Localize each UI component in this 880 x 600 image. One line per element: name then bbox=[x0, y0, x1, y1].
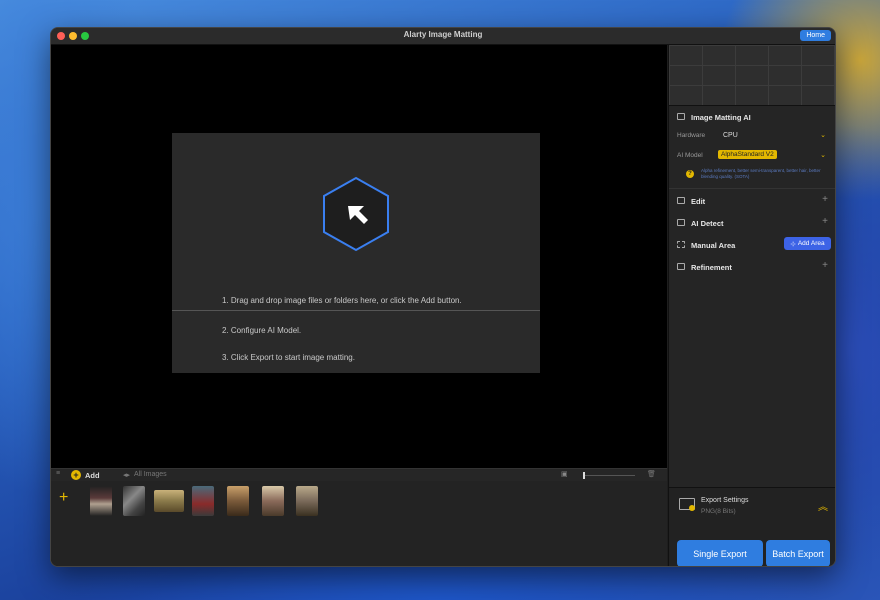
manual-area-section-title: Manual Area bbox=[691, 241, 736, 250]
export-settings-title[interactable]: Export Settings bbox=[701, 497, 748, 504]
refinement-icon bbox=[677, 263, 685, 270]
ai-detect-icon bbox=[677, 219, 685, 226]
expand-plus-icon[interactable]: + bbox=[822, 260, 828, 271]
zoom-slider-thumb[interactable] bbox=[583, 472, 585, 479]
all-images-filter[interactable]: All Images bbox=[134, 471, 167, 478]
single-export-button[interactable]: Single Export bbox=[677, 540, 763, 566]
thumbnail-image[interactable] bbox=[123, 486, 145, 516]
hardware-select[interactable]: CPU bbox=[723, 132, 738, 139]
ai-model-description: Alpha refinement, better semi-transparen… bbox=[701, 168, 821, 179]
batch-export-button[interactable]: Batch Export bbox=[766, 540, 830, 566]
export-area: Export Settings PNG(8 Bits) ︽ Single Exp… bbox=[669, 487, 835, 566]
help-icon[interactable]: ? bbox=[686, 170, 694, 178]
collapse-icon[interactable]: ≡ bbox=[56, 470, 60, 477]
image-matting-title: Image Matting AI bbox=[691, 113, 751, 122]
drop-zone-divider bbox=[172, 310, 540, 311]
collapse-up-icon[interactable]: ︽ bbox=[818, 498, 828, 513]
edit-section-title: Edit bbox=[691, 197, 706, 206]
thumbnail-image[interactable] bbox=[296, 486, 318, 516]
export-format-value: PNG(8 Bits) bbox=[701, 508, 736, 515]
upload-hexagon-icon bbox=[323, 176, 389, 252]
thumbnail-image[interactable] bbox=[227, 486, 249, 516]
add-area-label: Add Area bbox=[797, 240, 825, 247]
thumbnail-size-icon: ▣ bbox=[561, 471, 568, 478]
ai-detect-section-title: AI Detect bbox=[691, 219, 724, 228]
title-bar: Alarty Image Matting Home bbox=[51, 28, 835, 45]
edit-icon bbox=[677, 197, 685, 204]
manual-area-icon bbox=[677, 241, 685, 248]
image-toolbar: ≡ + Add ◂▸ All Images ▣ 🗑 bbox=[51, 468, 667, 482]
thumbnail-image[interactable] bbox=[192, 486, 214, 516]
add-area-icon: ⊹ bbox=[790, 240, 796, 248]
window-title: Alarty Image Matting bbox=[403, 30, 483, 39]
add-icon[interactable]: + bbox=[71, 470, 81, 480]
transparency-preview bbox=[669, 45, 835, 106]
divider bbox=[669, 188, 835, 189]
step-one-text: 1. Drag and drop image files or folders … bbox=[222, 296, 462, 305]
expand-plus-icon[interactable]: + bbox=[822, 194, 828, 205]
thumbnail-image[interactable] bbox=[90, 486, 112, 516]
refinement-section-title: Refinement bbox=[691, 263, 732, 272]
thumbnail-strip: + bbox=[51, 481, 667, 566]
thumbnail-image[interactable] bbox=[262, 486, 284, 516]
images-icon: ◂▸ bbox=[123, 472, 131, 479]
zoom-slider[interactable] bbox=[583, 472, 635, 479]
chevron-down-icon[interactable]: ⌄ bbox=[820, 131, 826, 139]
app-window: Alarty Image Matting Home 1. Drag and dr… bbox=[50, 27, 836, 567]
thumbnail-image[interactable] bbox=[154, 490, 184, 512]
step-three-text: 3. Click Export to start image matting. bbox=[222, 353, 355, 362]
add-area-button[interactable]: ⊹ Add Area bbox=[784, 237, 831, 250]
ai-model-select[interactable]: AlphaStandard V2 bbox=[718, 150, 777, 159]
hardware-label: Hardware bbox=[677, 132, 706, 139]
drop-zone[interactable]: 1. Drag and drop image files or folders … bbox=[172, 133, 540, 373]
trash-icon[interactable]: 🗑 bbox=[647, 470, 656, 478]
ai-model-label: AI Model bbox=[677, 152, 703, 159]
image-matting-icon bbox=[677, 113, 685, 120]
settings-panel: Image Matting AI Hardware CPU ⌄ AI Model… bbox=[668, 45, 835, 566]
add-button[interactable]: Add bbox=[85, 471, 100, 480]
step-two-text: 2. Configure AI Model. bbox=[222, 326, 302, 335]
add-images-plus-icon[interactable]: + bbox=[59, 489, 68, 507]
expand-plus-icon[interactable]: + bbox=[822, 216, 828, 227]
home-button[interactable]: Home bbox=[800, 30, 831, 41]
preview-canvas[interactable]: 1. Drag and drop image files or folders … bbox=[51, 45, 667, 468]
chevron-down-icon[interactable]: ⌄ bbox=[820, 151, 826, 159]
gear-icon bbox=[689, 505, 695, 511]
